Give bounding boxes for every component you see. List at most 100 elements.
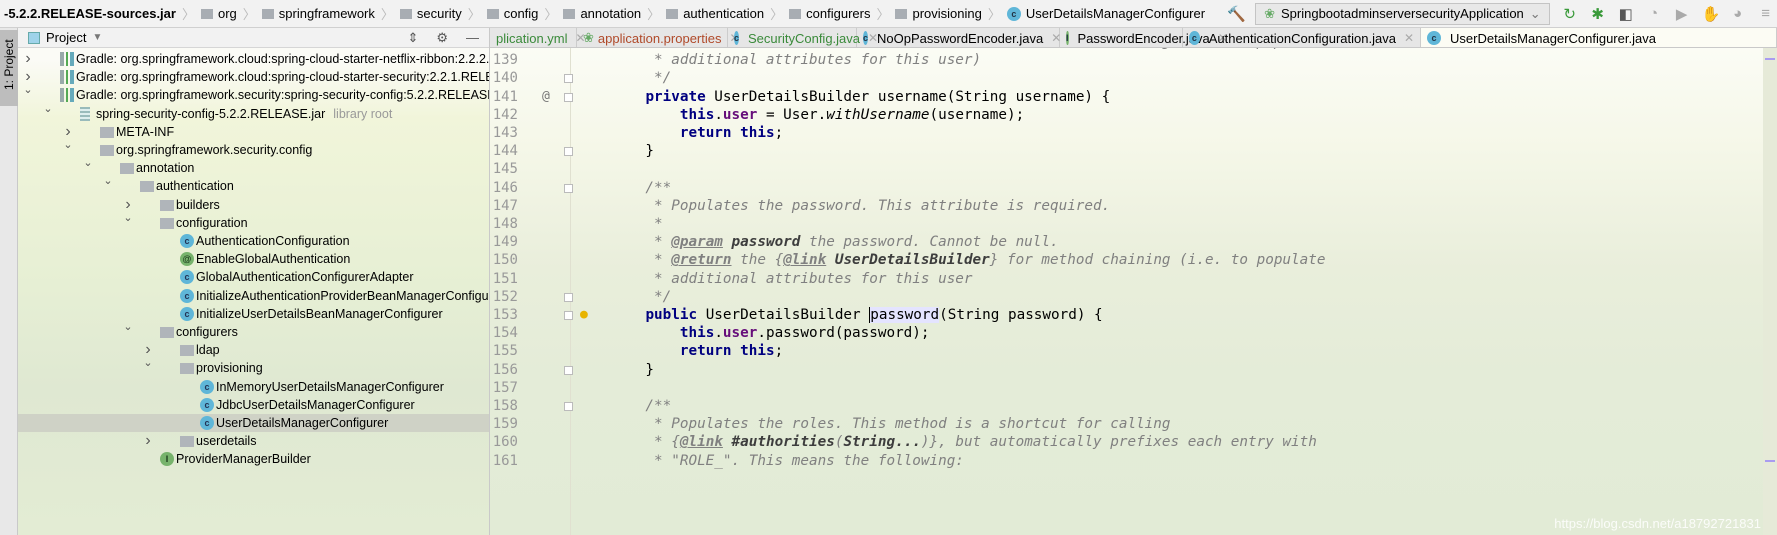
project-view-selector[interactable]: Project <box>46 30 86 45</box>
code-editor[interactable]: 138 * @return the {@link UserDetailsBuil… <box>490 48 1777 535</box>
hammer-icon[interactable]: 🔨 <box>1227 5 1246 23</box>
error-stripe-mark[interactable] <box>1765 460 1775 462</box>
tool-window-stripe: 1: Project <box>0 28 18 535</box>
tree-node[interactable]: c GlobalAuthenticationConfigurerAdapter <box>18 268 489 286</box>
tree-node[interactable]: › userdetails <box>18 432 489 450</box>
override-marker-icon[interactable]: @ <box>542 89 550 104</box>
tree-node[interactable]: ⌄ Gradle: org.springframework.security:sp… <box>18 83 489 104</box>
tree-node[interactable]: ⌄ spring-security-config-5.2.2.RELEASE.ja… <box>18 102 489 123</box>
tree-node-label: META-INF <box>116 125 174 139</box>
editor-tab[interactable]: plication.yml ✕ <box>490 28 586 47</box>
tree-node[interactable]: ⌄ authentication <box>18 174 489 195</box>
tree-node[interactable]: c JdbcUserDetailsManagerConfigurer <box>18 396 489 414</box>
tree-node[interactable]: ⌄ configuration <box>18 211 489 232</box>
coverage-icon[interactable]: ◧ <box>1618 5 1634 23</box>
chevron-down-icon[interactable]: ⌄ <box>22 83 34 96</box>
tree-node[interactable]: › ldap <box>18 341 489 359</box>
collapse-all-icon[interactable]: ⇕ <box>407 30 418 46</box>
tree-node[interactable]: ⌄ configurers <box>18 320 489 341</box>
tree-node[interactable]: @ EnableGlobalAuthentication <box>18 250 489 268</box>
tree-node[interactable]: ⌄ provisioning <box>18 356 489 377</box>
chevron-down-icon[interactable]: ⌄ <box>102 174 114 187</box>
run-configuration-select[interactable]: ❀ SpringbootadminserversecurityApplicatio… <box>1255 2 1550 25</box>
tree-node[interactable]: › Gradle: org.springframework.cloud:sprin… <box>18 50 489 68</box>
editor-tab[interactable]: c SecurityConfig.java ✕ <box>728 28 878 47</box>
tree-node[interactable]: ⌄ annotation <box>18 156 489 177</box>
tree-node[interactable]: c InitializeUserDetailsBeanManagerConfigu… <box>18 305 489 323</box>
chevron-down-icon[interactable]: ▼ <box>92 32 102 43</box>
editor-tab[interactable]: I PasswordEncoder.java ✕ <box>1060 28 1228 47</box>
lightbulb-icon[interactable]: ● <box>580 307 588 322</box>
breadcrumb-item[interactable]: org <box>197 6 241 21</box>
editor-tab[interactable]: c UserDetailsManagerConfigurer.java <box>1421 28 1777 47</box>
project-tool-window-button[interactable]: 1: Project <box>0 30 18 106</box>
code-token: */ <box>611 70 672 87</box>
editor-scrollbar[interactable] <box>1763 48 1777 535</box>
chevron-right-icon[interactable]: › <box>142 432 154 450</box>
chevron-down-icon[interactable]: ⌄ <box>62 138 74 151</box>
chevron-down-icon[interactable]: ⌄ <box>122 320 134 333</box>
library-icon <box>60 88 74 103</box>
rerun-icon[interactable]: ↻ <box>1562 5 1578 23</box>
tree-node[interactable]: c InMemoryUserDetailsManagerConfigurer <box>18 378 489 396</box>
code-line: * Populates the roles. This method is a … <box>611 415 1170 433</box>
breadcrumb-item[interactable]: -5.2.2.RELEASE-sources.jar <box>0 6 180 21</box>
tree-node-label: annotation <box>136 161 194 175</box>
gear-icon[interactable]: ⚙ <box>436 30 448 46</box>
breadcrumb-item[interactable]: springframework <box>258 6 379 21</box>
fold-marker-icon[interactable] <box>564 92 573 102</box>
line-number: 157 <box>492 379 518 396</box>
chevron-right-icon[interactable]: › <box>22 50 34 68</box>
breadcrumb-item[interactable]: c UserDetailsManagerConfigurer <box>1003 6 1209 21</box>
error-stripe-mark[interactable] <box>1765 58 1775 60</box>
fold-marker-icon[interactable] <box>564 183 573 193</box>
profiler-icon[interactable]: ◕ <box>1730 5 1746 22</box>
chevron-down-icon[interactable]: ⌄ <box>142 356 154 369</box>
breadcrumb-item[interactable]: authentication <box>662 6 768 21</box>
hide-icon[interactable]: — <box>466 30 479 46</box>
class-icon: c <box>180 270 194 285</box>
tree-node[interactable]: › builders <box>18 196 489 214</box>
run-icon[interactable]: ▶ <box>1674 5 1690 23</box>
breadcrumb-label: -5.2.2.RELEASE-sources.jar <box>4 6 176 21</box>
tree-node[interactable]: c InitializeAuthenticationProviderBeanMan… <box>18 287 489 305</box>
attach-icon[interactable]: ✋ <box>1702 5 1721 23</box>
fold-marker-icon[interactable] <box>564 365 573 375</box>
interface-icon: I <box>160 452 174 467</box>
breadcrumb-item[interactable]: config <box>483 6 543 21</box>
breadcrumb-item[interactable]: annotation <box>559 6 645 21</box>
line-number: 142 <box>492 106 518 123</box>
fold-marker-icon[interactable] <box>564 311 573 320</box>
chevron-down-icon[interactable]: ⌄ <box>42 102 54 115</box>
fold-marker-icon[interactable] <box>564 292 573 302</box>
code-line: * additional attributes for this user) <box>611 51 981 69</box>
fold-marker-icon[interactable] <box>564 147 573 157</box>
code-line: } <box>611 142 654 160</box>
editor-tab[interactable]: ❀application.properties✕ <box>577 28 740 47</box>
tab-label: application.properties <box>597 30 722 46</box>
tree-node[interactable]: › META-INF <box>18 123 489 141</box>
breadcrumb-item[interactable]: security <box>396 6 466 21</box>
step-icon[interactable]: ≡ <box>1758 5 1774 22</box>
fold-marker-icon[interactable] <box>564 402 573 411</box>
debug-icon[interactable]: ✱ <box>1590 5 1606 23</box>
editor-tab[interactable]: c AuthenticationConfiguration.java ✕ <box>1183 28 1421 47</box>
tree-node[interactable]: c AuthenticationConfiguration <box>18 232 489 250</box>
tree-node[interactable]: I ProviderManagerBuilder <box>18 450 489 468</box>
profile-icon[interactable]: ◔ <box>1646 5 1662 22</box>
fold-marker-icon[interactable] <box>564 74 573 84</box>
tree-node[interactable]: › Gradle: org.springframework.cloud:sprin… <box>18 68 489 86</box>
editor-tab[interactable]: c NoOpPasswordEncoder.java ✕ <box>857 28 1061 47</box>
chevron-down-icon[interactable]: ⌄ <box>82 156 94 169</box>
close-icon[interactable]: ✕ <box>1404 31 1414 45</box>
chevron-right-icon: 〉 <box>181 7 195 22</box>
code-token: String... <box>843 434 921 451</box>
chevron-down-icon[interactable]: ⌄ <box>122 211 134 224</box>
tree-node[interactable]: c UserDetailsManagerConfigurer <box>18 414 489 432</box>
breadcrumb-item[interactable]: configurers <box>785 6 874 21</box>
line-number: 152 <box>492 288 518 305</box>
code-line: /** <box>611 179 671 197</box>
breadcrumb-item[interactable]: provisioning <box>891 6 985 21</box>
code-token: the { <box>731 252 784 269</box>
